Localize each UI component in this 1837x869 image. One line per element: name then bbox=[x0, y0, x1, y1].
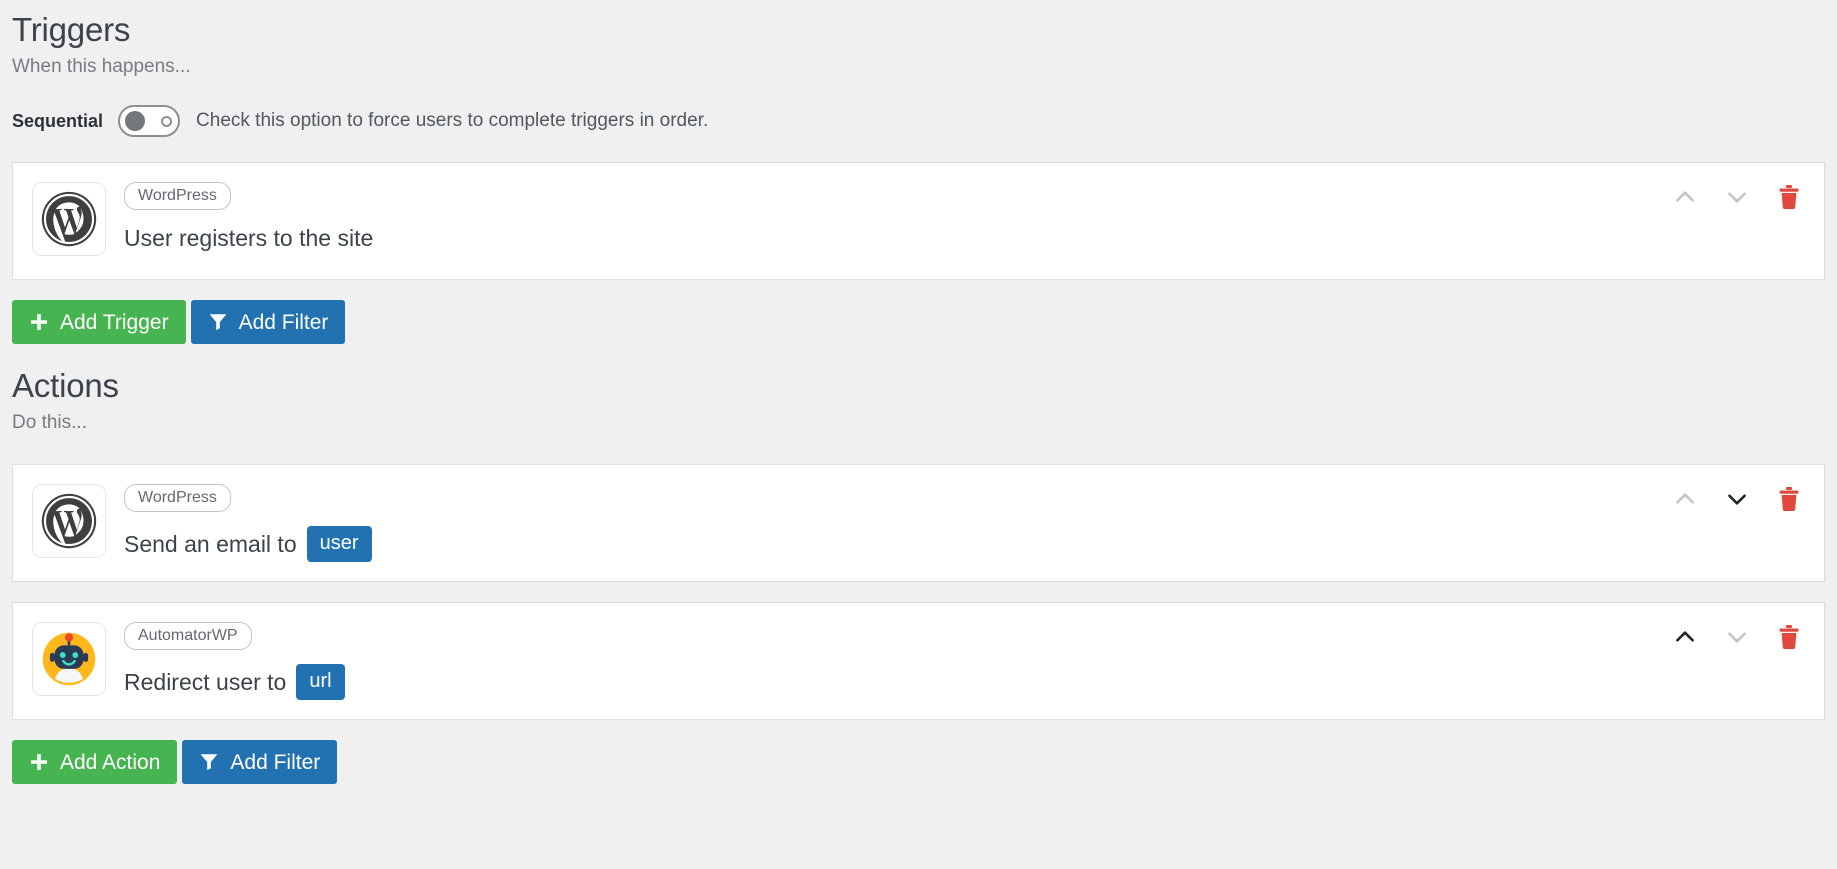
action-sentence-text: Redirect user to bbox=[124, 669, 287, 695]
add-trigger-button[interactable]: Add Trigger bbox=[12, 300, 186, 345]
action-sentence-text: Send an email to bbox=[124, 531, 297, 557]
trigger-sentence-text: User registers to the site bbox=[124, 225, 374, 252]
add-filter-button-actions[interactable]: Add Filter bbox=[182, 740, 338, 785]
triggers-heading: Triggers bbox=[12, 11, 131, 48]
add-action-button-label: Add Action bbox=[60, 750, 161, 774]
sequential-description: Check this option to force users to comp… bbox=[196, 110, 709, 132]
chevron-up-icon[interactable] bbox=[1668, 482, 1702, 516]
action-item-card[interactable]: AutomatorWP Redirect user to url bbox=[12, 602, 1825, 721]
add-filter-button-label-triggers: Add Filter bbox=[238, 310, 329, 334]
action-token[interactable]: url bbox=[296, 664, 345, 701]
action-buttons-row: Add Action Add Filter bbox=[12, 740, 1825, 785]
plus-icon bbox=[29, 752, 49, 772]
add-filter-button-label-actions: Add Filter bbox=[230, 750, 321, 774]
wordpress-logo-icon bbox=[32, 484, 106, 559]
plus-icon bbox=[29, 312, 49, 332]
add-trigger-button-label: Add Trigger bbox=[60, 310, 169, 334]
funnel-icon bbox=[208, 312, 228, 332]
action-item-card[interactable]: WordPress Send an email to user bbox=[12, 464, 1825, 583]
action-sentence[interactable]: Send an email to user bbox=[124, 526, 1804, 563]
actions-heading: Actions bbox=[12, 367, 119, 405]
trigger-item-card[interactable]: WordPress User registers to the site bbox=[12, 162, 1825, 281]
automatorwp-logo-icon bbox=[32, 622, 106, 697]
trigger-card-body: WordPress User registers to the site bbox=[124, 180, 1804, 253]
trash-icon[interactable] bbox=[1772, 482, 1806, 516]
chevron-down-icon[interactable] bbox=[1720, 180, 1754, 214]
sequential-label: Sequential bbox=[12, 110, 104, 131]
sequential-toggle[interactable] bbox=[118, 105, 181, 138]
integration-badge: WordPress bbox=[124, 484, 231, 513]
actions-subtitle: Do this... bbox=[12, 412, 87, 434]
trigger-row-controls bbox=[1668, 180, 1806, 214]
action-card-body: WordPress Send an email to user bbox=[124, 482, 1804, 563]
action-row-controls bbox=[1668, 620, 1806, 654]
chevron-up-icon[interactable] bbox=[1668, 180, 1702, 214]
add-filter-button-triggers[interactable]: Add Filter bbox=[190, 300, 346, 345]
toggle-knob bbox=[125, 111, 146, 132]
automation-editor: Triggers When this happens... Sequential… bbox=[0, 0, 1837, 785]
toggle-off-icon bbox=[161, 115, 173, 127]
integration-badge: AutomatorWP bbox=[124, 622, 252, 651]
sequential-row: Sequential Check this option to force us… bbox=[12, 104, 1825, 138]
add-action-button[interactable]: Add Action bbox=[12, 740, 178, 785]
action-row-controls bbox=[1668, 482, 1806, 516]
funnel-icon bbox=[199, 752, 219, 772]
action-sentence[interactable]: Redirect user to url bbox=[124, 664, 1804, 701]
trigger-buttons-row: Add Trigger Add Filter bbox=[12, 300, 1825, 345]
wordpress-logo-icon bbox=[32, 182, 106, 257]
integration-badge: WordPress bbox=[124, 182, 231, 211]
chevron-up-icon[interactable] bbox=[1668, 620, 1702, 654]
triggers-subtitle: When this happens... bbox=[12, 56, 191, 78]
trigger-sentence[interactable]: User registers to the site bbox=[124, 224, 1804, 253]
chevron-down-icon[interactable] bbox=[1720, 482, 1754, 516]
action-token[interactable]: user bbox=[306, 526, 372, 563]
trash-icon[interactable] bbox=[1772, 180, 1806, 214]
chevron-down-icon[interactable] bbox=[1720, 620, 1754, 654]
action-card-body: AutomatorWP Redirect user to url bbox=[124, 620, 1804, 701]
trash-icon[interactable] bbox=[1772, 620, 1806, 654]
